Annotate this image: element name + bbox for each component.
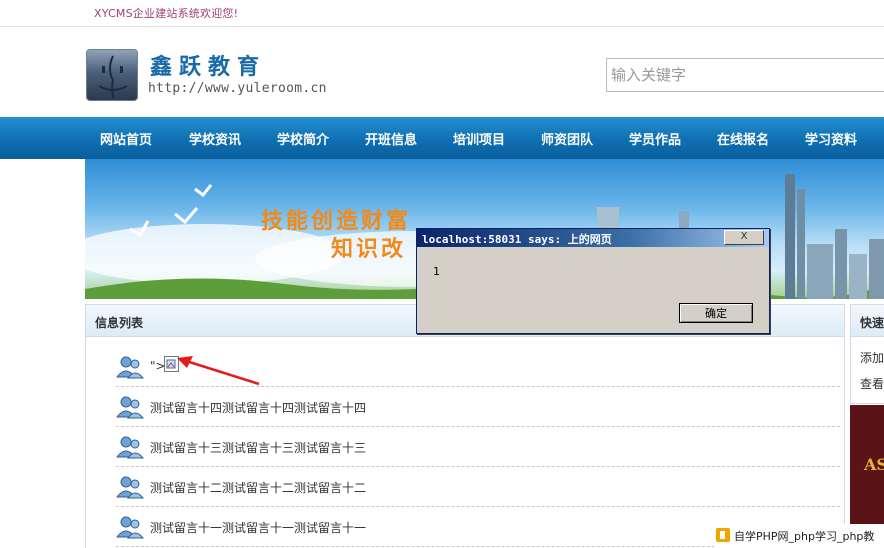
- annotation-arrow: [177, 356, 260, 386]
- quick-panel: 快速 添加 查看: [850, 304, 884, 404]
- finder-face-icon: [98, 55, 128, 99]
- dialog-title-bar[interactable]: localhost:58031 says: 上的网页 X: [417, 229, 769, 247]
- list-item: 测试留言十三测试留言十三测试留言十三: [116, 427, 840, 467]
- nav-item-about[interactable]: 学校简介: [277, 129, 329, 148]
- side-promo-text: AS: [864, 455, 884, 474]
- users-icon: [116, 436, 144, 459]
- users-icon: [116, 396, 144, 419]
- info-list-title: 信息列表: [95, 316, 144, 330]
- nav-item-news[interactable]: 学校资讯: [189, 129, 241, 148]
- users-icon: [116, 356, 144, 379]
- nav-item-home[interactable]: 网站首页: [100, 129, 152, 148]
- nav-item-works[interactable]: 学员作品: [629, 129, 681, 148]
- list-item: 测试留言十四测试留言十四测试留言十四: [116, 387, 840, 427]
- alert-dialog: localhost:58031 says: 上的网页 X 1 确定: [416, 228, 770, 334]
- search-box: [606, 58, 884, 92]
- users-icon: [116, 516, 144, 539]
- dialog-ok-button[interactable]: 确定: [679, 303, 753, 323]
- quick-panel-title: 快速: [860, 316, 884, 330]
- list-item: 测试留言十二测试留言十二测试留言十二: [116, 467, 840, 507]
- nav-item-classes[interactable]: 开班信息: [365, 129, 417, 148]
- dialog-close-button[interactable]: X: [724, 230, 764, 245]
- dialog-message: 1: [433, 265, 440, 278]
- nav-item-signup[interactable]: 在线报名: [717, 129, 769, 148]
- users-icon: [116, 476, 144, 499]
- site-header: 鑫跃教育 http://www.yuleroom.cn: [0, 27, 884, 117]
- list-item-text[interactable]: 测试留言十四测试留言十四测试留言十四: [150, 399, 366, 416]
- php-logo-icon: [716, 528, 730, 542]
- banner-headline-2: 知识改: [331, 237, 407, 262]
- watermark: 自学PHP网_php学习_php教: [714, 524, 884, 548]
- site-logo[interactable]: [86, 49, 138, 101]
- list-item-text[interactable]: 测试留言十一测试留言十一测试留言十一: [150, 519, 366, 536]
- nav-item-materials[interactable]: 学习资料: [805, 129, 857, 148]
- list-item-text[interactable]: 测试留言十三测试留言十三测试留言十三: [150, 439, 366, 456]
- welcome-text: XYCMS企业建站系统欢迎您!: [94, 7, 239, 20]
- brand-name: 鑫跃教育: [150, 54, 267, 80]
- nav-item-training[interactable]: 培训项目: [453, 129, 505, 148]
- main-nav: 网站首页 学校资讯 学校简介 开班信息 培训项目 师资团队 学员作品 在线报名 …: [0, 117, 884, 159]
- nav-item-teachers[interactable]: 师资团队: [541, 129, 593, 148]
- search-input[interactable]: [611, 60, 881, 90]
- brand-url: http://www.yuleroom.cn: [148, 81, 327, 96]
- quick-panel-add-link[interactable]: 添加: [860, 349, 884, 366]
- top-bar: XYCMS企业建站系统欢迎您!: [0, 0, 884, 27]
- dialog-title: localhost:58031 says: 上的网页: [422, 233, 612, 246]
- watermark-text: 自学PHP网_php学习_php教: [734, 530, 875, 543]
- info-list-panel: 信息列表 "> 测试留言十四测试留言十四测试留言十四 测试留言十三测试留言十三测…: [85, 304, 845, 548]
- quick-panel-header: 快速: [851, 305, 884, 337]
- list-item-text[interactable]: 测试留言十二测试留言十二测试留言十二: [150, 479, 366, 496]
- quick-panel-view-link[interactable]: 查看: [860, 375, 884, 392]
